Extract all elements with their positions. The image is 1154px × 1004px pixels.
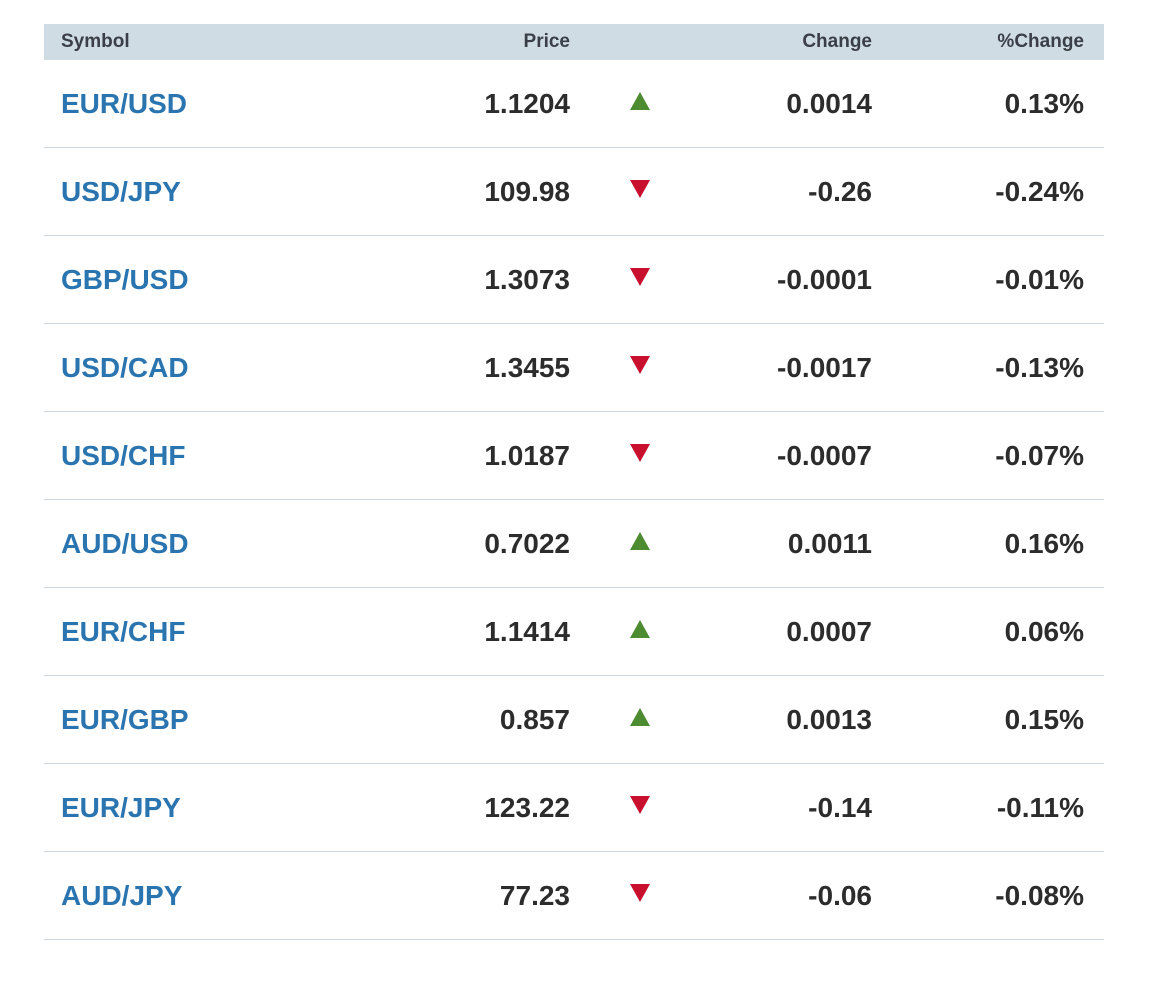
direction-cell bbox=[570, 796, 710, 819]
table-row: AUD/USD 0.7022 0.0011 0.16% bbox=[44, 500, 1104, 588]
price-value: 0.7022 bbox=[484, 527, 570, 559]
change-value: -0.14 bbox=[808, 791, 872, 823]
pct-change-value: -0.08% bbox=[995, 879, 1084, 911]
symbol-link[interactable]: AUD/USD bbox=[44, 528, 304, 560]
table-row: GBP/USD 1.3073 -0.0001 -0.01% bbox=[44, 236, 1104, 324]
pct-change-value: 0.16% bbox=[1004, 527, 1084, 559]
table-row: EUR/CHF 1.1414 0.0007 0.06% bbox=[44, 588, 1104, 676]
direction-cell bbox=[570, 92, 710, 115]
pct-change-value: 0.15% bbox=[1004, 703, 1084, 735]
table-row: USD/CHF 1.0187 -0.0007 -0.07% bbox=[44, 412, 1104, 500]
symbol-link[interactable]: USD/CAD bbox=[44, 352, 304, 384]
down-arrow-icon bbox=[630, 884, 650, 902]
change-value: -0.0007 bbox=[777, 439, 872, 471]
direction-cell bbox=[570, 268, 710, 291]
table-row: AUD/JPY 77.23 -0.06 -0.08% bbox=[44, 852, 1104, 940]
pct-change-value: -0.07% bbox=[995, 439, 1084, 471]
table-row: EUR/GBP 0.857 0.0013 0.15% bbox=[44, 676, 1104, 764]
price-value: 1.0187 bbox=[484, 439, 570, 471]
price-value: 1.3455 bbox=[484, 351, 570, 383]
pct-change-value: -0.11% bbox=[996, 791, 1084, 823]
price-value: 77.23 bbox=[499, 879, 570, 911]
symbol-link[interactable]: USD/CHF bbox=[44, 440, 304, 472]
direction-cell bbox=[570, 620, 710, 643]
header-price: Price bbox=[523, 31, 570, 52]
change-value: 0.0007 bbox=[786, 615, 872, 647]
price-value: 1.3073 bbox=[484, 263, 570, 295]
change-value: -0.0017 bbox=[777, 351, 872, 383]
direction-cell bbox=[570, 532, 710, 555]
change-value: -0.0001 bbox=[777, 263, 872, 295]
price-value: 109.98 bbox=[484, 175, 570, 207]
up-arrow-icon bbox=[630, 708, 650, 726]
pct-change-value: 0.13% bbox=[1004, 87, 1084, 119]
direction-cell bbox=[570, 356, 710, 379]
price-value: 123.22 bbox=[484, 791, 570, 823]
change-value: -0.06 bbox=[808, 879, 872, 911]
change-value: 0.0011 bbox=[787, 527, 872, 559]
table-row: USD/JPY 109.98 -0.26 -0.24% bbox=[44, 148, 1104, 236]
table-header: Symbol Price Change %Change bbox=[44, 24, 1104, 60]
down-arrow-icon bbox=[630, 268, 650, 286]
pct-change-value: 0.06% bbox=[1004, 615, 1084, 647]
symbol-link[interactable]: EUR/USD bbox=[44, 88, 304, 120]
table-row: EUR/USD 1.1204 0.0014 0.13% bbox=[44, 60, 1104, 148]
symbol-link[interactable]: GBP/USD bbox=[44, 264, 304, 296]
up-arrow-icon bbox=[630, 620, 650, 638]
table-row: EUR/JPY 123.22 -0.14 -0.11% bbox=[44, 764, 1104, 852]
direction-cell bbox=[570, 180, 710, 203]
symbol-link[interactable]: USD/JPY bbox=[44, 176, 304, 208]
symbol-link[interactable]: AUD/JPY bbox=[44, 880, 304, 912]
pct-change-value: -0.01% bbox=[995, 263, 1084, 295]
currency-quote-table: Symbol Price Change %Change EUR/USD 1.12… bbox=[44, 24, 1104, 940]
table-row: USD/CAD 1.3455 -0.0017 -0.13% bbox=[44, 324, 1104, 412]
header-pct-change: %Change bbox=[997, 31, 1084, 52]
direction-cell bbox=[570, 444, 710, 467]
down-arrow-icon bbox=[630, 444, 650, 462]
pct-change-value: -0.24% bbox=[995, 175, 1084, 207]
down-arrow-icon bbox=[630, 180, 650, 198]
down-arrow-icon bbox=[630, 356, 650, 374]
price-value: 0.857 bbox=[499, 703, 570, 735]
price-value: 1.1204 bbox=[484, 87, 570, 119]
down-arrow-icon bbox=[630, 796, 650, 814]
header-symbol: Symbol bbox=[61, 31, 130, 52]
change-value: -0.26 bbox=[808, 175, 872, 207]
price-value: 1.1414 bbox=[484, 615, 570, 647]
direction-cell bbox=[570, 708, 710, 731]
change-value: 0.0013 bbox=[786, 703, 872, 735]
symbol-link[interactable]: EUR/GBP bbox=[44, 704, 304, 736]
change-value: 0.0014 bbox=[786, 87, 872, 119]
symbol-link[interactable]: EUR/JPY bbox=[44, 792, 304, 824]
header-change: Change bbox=[802, 31, 872, 52]
up-arrow-icon bbox=[630, 532, 650, 550]
pct-change-value: -0.13% bbox=[995, 351, 1084, 383]
up-arrow-icon bbox=[630, 92, 650, 110]
direction-cell bbox=[570, 884, 710, 907]
symbol-link[interactable]: EUR/CHF bbox=[44, 616, 304, 648]
